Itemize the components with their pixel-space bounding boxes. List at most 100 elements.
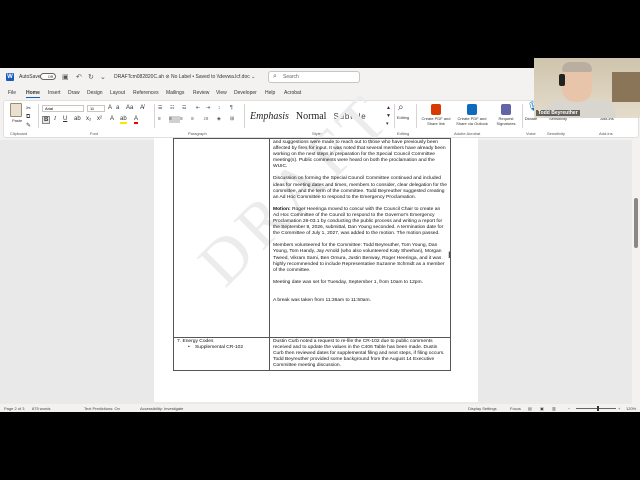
align-right-icon[interactable]: ≡	[180, 116, 191, 123]
cut-icon[interactable]: ✂	[26, 105, 31, 112]
minutes-table[interactable]: and suggestions were made to reach out t…	[173, 138, 451, 372]
group-voice: Voice	[526, 131, 536, 136]
display-settings[interactable]: Display Settings	[468, 406, 497, 411]
headset-icon	[559, 74, 565, 86]
create-pdf-outlook-button[interactable]: Create PDF and Share via Outlook	[454, 116, 490, 126]
search-placeholder: Search	[283, 74, 299, 80]
highlight-icon[interactable]: ab	[120, 116, 127, 124]
tab-references[interactable]: References	[133, 90, 159, 96]
table-cell-topic[interactable]	[173, 138, 270, 338]
zoom-slider[interactable]	[576, 408, 616, 409]
style-emphasis[interactable]: Emphasis	[250, 111, 289, 122]
format-painter-icon[interactable]: ✎	[26, 122, 31, 129]
motion-paragraph: Motion: Roger Heeringa moved to concur w…	[273, 207, 447, 237]
styles-scroll-up-icon[interactable]: ▲	[386, 105, 391, 111]
search-input[interactable]: ⌕ Search	[268, 71, 360, 83]
zoom-in-icon[interactable]: +	[618, 406, 620, 411]
text-cursor-icon: I	[448, 250, 451, 260]
tab-insert[interactable]: Insert	[48, 90, 61, 96]
focus-button[interactable]: Focus	[510, 406, 521, 411]
tab-home[interactable]: Home	[26, 90, 40, 98]
paste-button[interactable]: Paste	[12, 118, 22, 123]
tab-acrobat[interactable]: Acrobat	[284, 90, 301, 96]
font-size-select[interactable]: 11	[87, 105, 105, 112]
tab-draw[interactable]: Draw	[68, 90, 80, 96]
editing-button[interactable]: Editing	[395, 115, 411, 120]
tab-view[interactable]: View	[216, 90, 227, 96]
redo-icon[interactable]: ↻	[88, 73, 94, 81]
grow-font-icon[interactable]: A	[108, 105, 112, 111]
autosave-label: AutoSave	[19, 74, 41, 80]
sort-icon[interactable]: ↕	[218, 105, 229, 112]
change-case-icon[interactable]: Aa	[126, 105, 133, 111]
tab-file[interactable]: File	[8, 90, 16, 96]
align-left-icon[interactable]: ≡	[158, 116, 169, 123]
zoom-out-icon[interactable]: −	[568, 406, 570, 411]
table-cell-topic[interactable]: 7. Energy Codes Supplemental CR-102	[173, 336, 270, 372]
increase-indent-icon[interactable]: ⇥	[206, 105, 217, 112]
show-marks-icon[interactable]: ¶	[230, 105, 241, 112]
request-signatures-button[interactable]: Request Signatures	[490, 116, 522, 126]
table-cell-notes[interactable]: and suggestions were made to reach out t…	[269, 138, 451, 338]
shading-icon[interactable]: ◈	[217, 116, 228, 123]
vertical-scrollbar[interactable]	[632, 140, 640, 404]
group-clipboard: Clipboard	[10, 131, 28, 136]
word-logo-icon: W	[6, 73, 14, 81]
tab-mailings[interactable]: Mailings	[166, 90, 184, 96]
italic-button[interactable]: I	[54, 116, 56, 122]
request-signatures-icon[interactable]	[501, 104, 511, 115]
customize-qat-icon[interactable]: ⌄	[100, 73, 106, 81]
document-page[interactable]: DRAFT and suggestions were made to reach…	[154, 79, 478, 402]
borders-icon[interactable]: ⊞	[230, 116, 241, 123]
document-canvas[interactable]: DRAFT and suggestions were made to reach…	[0, 79, 632, 404]
tab-help[interactable]: Help	[265, 90, 275, 96]
copy-icon[interactable]: ⧉	[26, 114, 30, 121]
text-predictions[interactable]: Text Predictions: On	[84, 406, 120, 411]
zoom-level[interactable]: 120%	[626, 406, 636, 411]
numbering-icon[interactable]: ☷	[170, 105, 181, 112]
font-name-select[interactable]: Arial	[42, 105, 84, 112]
print-layout-icon[interactable]: ▣	[540, 406, 544, 411]
web-layout-icon[interactable]: ▥	[552, 406, 556, 411]
find-icon[interactable]: ⌕	[398, 102, 404, 113]
table-cell-notes[interactable]: Dustin Curb noted a request to re-file t…	[269, 336, 451, 372]
strikethrough-button[interactable]: ab	[74, 116, 81, 122]
group-adobe-acrobat: Adobe Acrobat	[454, 131, 481, 136]
align-center-icon[interactable]: ≡	[169, 116, 180, 123]
webcam-overlay: Todd Beyreuther	[534, 58, 640, 118]
line-spacing-icon[interactable]: ↕≡	[203, 116, 214, 123]
word-count[interactable]: 875 words	[32, 406, 50, 411]
webcam-person-hair	[562, 62, 592, 72]
shrink-font-icon[interactable]: a	[116, 105, 119, 111]
save-icon[interactable]: ▣	[62, 73, 69, 81]
document-title[interactable]: DRAFTcm082820C.ah ⊘ No Label • Saved to …	[114, 74, 255, 80]
read-mode-icon[interactable]: ▤	[528, 406, 532, 411]
pdf-share-link-icon[interactable]	[431, 104, 441, 115]
separator	[244, 104, 245, 128]
page-count[interactable]: Page 2 of 3	[4, 406, 24, 411]
scrollbar-thumb[interactable]	[634, 198, 638, 248]
justify-icon[interactable]: ≡	[191, 116, 202, 123]
undo-icon[interactable]: ↶	[76, 73, 82, 81]
paste-icon[interactable]	[10, 103, 22, 117]
tab-design[interactable]: Design	[87, 90, 103, 96]
tab-review[interactable]: Review	[193, 90, 209, 96]
font-color-icon[interactable]: A	[134, 116, 139, 124]
text-effects-icon[interactable]: A	[110, 116, 114, 122]
underline-button[interactable]: U	[63, 116, 67, 122]
zoom-slider-thumb[interactable]	[597, 406, 599, 411]
multilevel-list-icon[interactable]: ☲	[182, 105, 193, 112]
bold-button[interactable]: B	[42, 116, 51, 124]
clear-formatting-icon[interactable]: A̸	[140, 105, 144, 111]
superscript-button[interactable]: x²	[97, 116, 102, 122]
pdf-outlook-icon[interactable]	[467, 104, 477, 115]
autosave-toggle[interactable]: Off	[40, 73, 56, 80]
word-window: W AutoSave Off ▣ ↶ ↻ ⌄ DRAFTcm082820C.ah…	[0, 68, 640, 412]
bullets-icon[interactable]: ☰	[158, 105, 169, 112]
separator	[154, 104, 155, 128]
tab-layout[interactable]: Layout	[110, 90, 125, 96]
tab-developer[interactable]: Developer	[234, 90, 257, 96]
accessibility-status[interactable]: Accessibility: Investigate	[140, 406, 183, 411]
create-pdf-share-link-button[interactable]: Create PDF and Share link	[418, 116, 454, 126]
subscript-button[interactable]: x₂	[86, 116, 91, 122]
